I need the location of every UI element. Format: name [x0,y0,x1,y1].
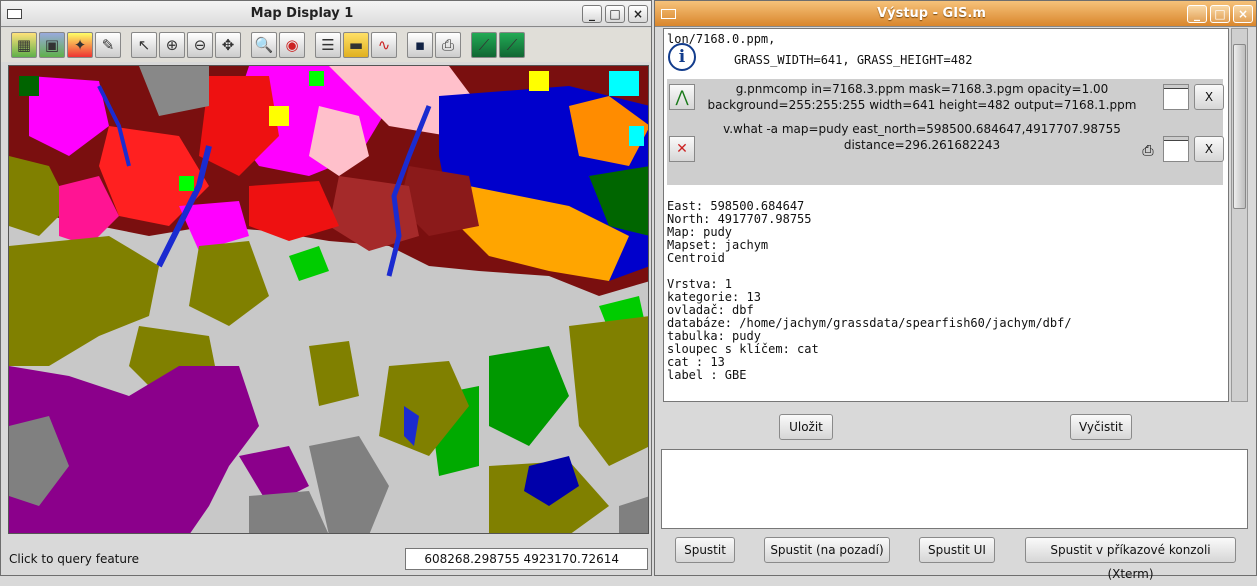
command-panel: ⋀ g.pnmcomp in=7168.3.ppm mask=7168.3.pg… [667,79,1224,185]
run-background-button[interactable]: Spustit (na pozadí) [764,537,890,563]
command-text: background=255:255:255 width=641 height=… [707,98,1137,112]
print-icon[interactable]: ⎙ [1135,139,1161,165]
zoom-back-icon[interactable]: 🔍 [251,32,277,58]
window-title: Map Display 1 [250,6,354,21]
profile-icon[interactable]: ∿ [371,32,397,58]
command-text: v.what -a map=pudy east_north=598500.684… [723,122,1121,136]
coordinates-readout: 608268.298755 4923170.72614 [405,548,648,570]
output-text-area[interactable]: lon/7168.0.ppm, i GRASS_WIDTH=641, GRASS… [663,28,1229,402]
info-icon: i [668,43,696,71]
run-xterm-button[interactable]: Spustit v příkazové konzoli (Xterm) [1025,537,1236,581]
command-text: distance=296.261682243 [843,138,1001,152]
minimize-button[interactable]: _ [582,4,602,23]
measure-icon[interactable]: ▬ [343,32,369,58]
zoom-in-icon[interactable]: ⊕ [159,32,185,58]
result-line: label : GBE [667,368,747,382]
zoom-out-icon[interactable]: ⊖ [187,32,213,58]
maximize-button[interactable]: □ [605,4,625,23]
clear-button[interactable]: Vyčistit [1070,414,1132,440]
soil-map[interactable] [9,66,649,534]
display-overlays-icon[interactable]: ▣ [39,32,65,58]
minimize-button[interactable]: _ [1187,4,1207,23]
nviz-icon[interactable]: ⟋ [499,32,525,58]
print-icon[interactable]: ⎙ [435,32,461,58]
result-line: Mapset: jachym [667,238,769,252]
save-icon[interactable]: ▪ [407,32,433,58]
maximize-button[interactable]: □ [1210,4,1230,23]
display-map-icon[interactable]: ▦ [11,32,37,58]
map-display-window: Map Display 1 _ □ × ▦ ▣ ✦ ✎ ↖ ⊕ ⊖ ✥ 🔍 ◉ … [0,0,652,576]
close-button[interactable]: × [1233,4,1253,23]
erase-icon[interactable]: ✎ [95,32,121,58]
window-icon[interactable] [1163,136,1189,162]
window-menu-icon[interactable] [7,8,22,19]
window-menu-icon[interactable] [661,8,676,19]
output-line: GRASS_WIDTH=641, GRASS_HEIGHT=482 [734,53,973,67]
run-button[interactable]: Spustit [675,537,735,563]
run-ui-button[interactable]: Spustit UI [919,537,995,563]
pointer-icon[interactable]: ↖ [131,32,157,58]
command-input[interactable] [661,449,1248,529]
query-icon[interactable]: ☰ [315,32,341,58]
output-scrollbar[interactable] [1231,28,1248,402]
query-results: East: 598500.684647 North: 4917707.98755 M… [667,200,1072,382]
v-what-icon[interactable]: ✕ [669,136,695,162]
map-canvas[interactable] [8,65,649,534]
output-titlebar[interactable]: Výstup - GIS.m _ □ × [655,1,1256,27]
scrollbar-thumb[interactable] [1233,44,1246,209]
result-line: Centroid [667,251,725,265]
pan-icon[interactable]: ✥ [215,32,241,58]
close-command-button[interactable]: X [1194,136,1224,162]
save-button[interactable]: Uložit [779,414,833,440]
map-toolbar: ▦ ▣ ✦ ✎ ↖ ⊕ ⊖ ✥ 🔍 ◉ ☰ ▬ ∿ ▪ ⎙ ⟋ ⟋ [1,28,651,62]
close-command-button[interactable]: X [1194,84,1224,110]
zoom-menu-icon[interactable]: ◉ [279,32,305,58]
render-icon[interactable]: ✦ [67,32,93,58]
command-text: g.pnmcomp in=7168.3.ppm mask=7168.3.pgm … [735,82,1109,96]
result-line: sloupec s klíčem: cat [667,342,819,356]
window-icon[interactable] [1163,84,1189,110]
georect-icon[interactable]: ⟋ [471,32,497,58]
window-title: Výstup - GIS.m [877,6,986,21]
map-display-titlebar[interactable]: Map Display 1 _ □ × [1,1,651,27]
close-button[interactable]: × [628,4,648,23]
g-pnmcomp-icon[interactable]: ⋀ [669,84,695,110]
